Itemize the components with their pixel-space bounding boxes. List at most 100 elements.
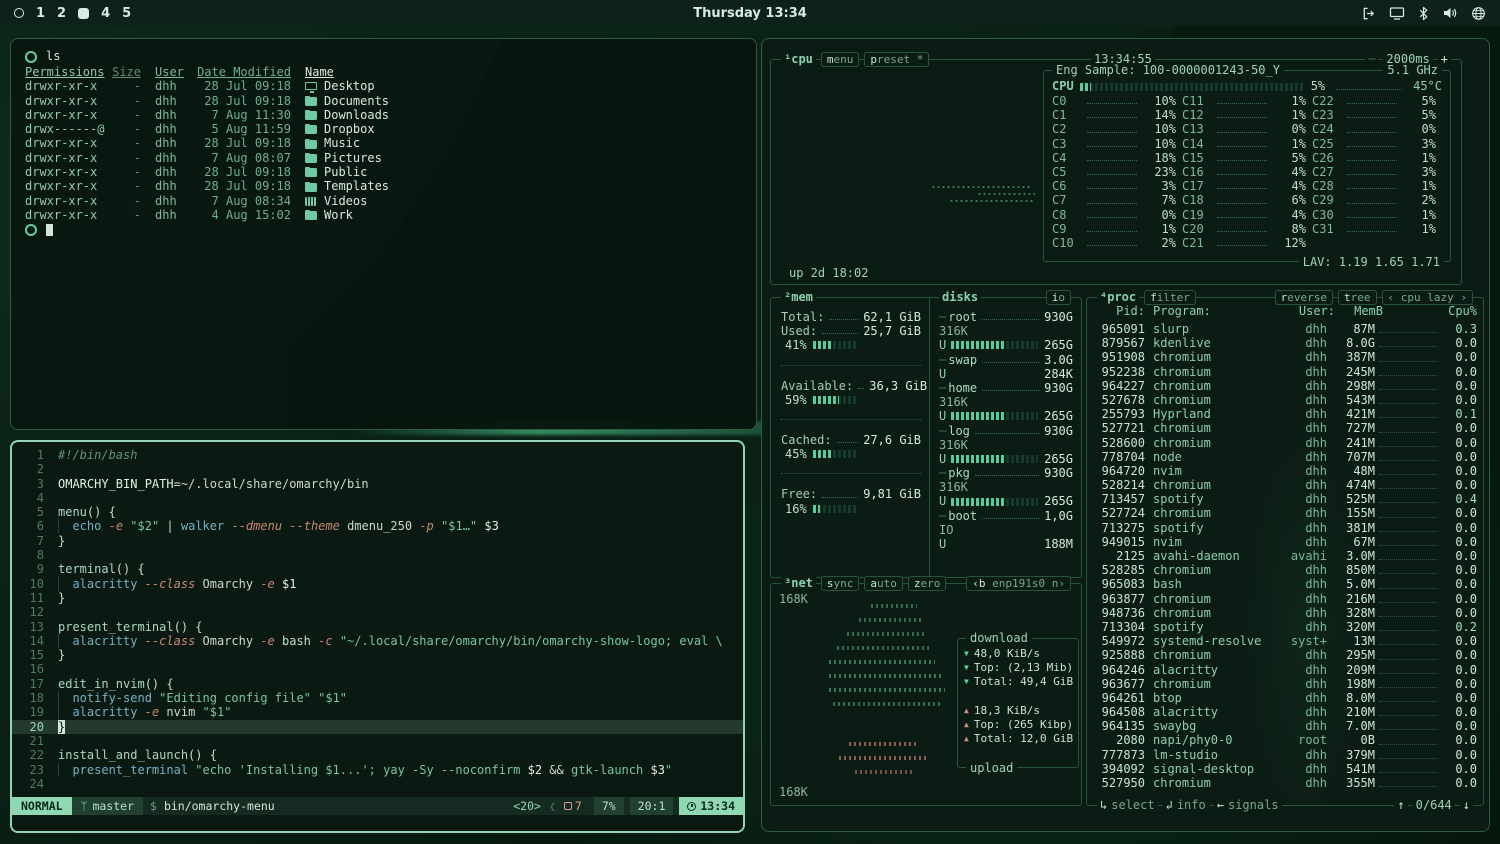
process-row[interactable]: 964261btopdhh8.0M0.0 bbox=[1093, 691, 1477, 705]
process-name: chromium bbox=[1153, 436, 1281, 450]
program-header[interactable]: Program: bbox=[1153, 304, 1289, 318]
file-row: drwxr-xr-x-dhh28 Jul 09:18Public bbox=[25, 165, 742, 179]
process-cpu: 0.0 bbox=[1441, 663, 1477, 677]
cpu-header[interactable]: Cpu% bbox=[1441, 304, 1477, 318]
process-user: dhh bbox=[1281, 776, 1327, 790]
workspace-indicator-active[interactable] bbox=[78, 8, 89, 19]
prompt-icon bbox=[25, 224, 37, 236]
poll-decrease[interactable]: ─ bbox=[1365, 52, 1378, 66]
process-row[interactable]: 963877chromiumdhh216M0.0 bbox=[1093, 592, 1477, 606]
network-globe-icon[interactable] bbox=[1471, 6, 1486, 21]
proc-footer-key[interactable]: ↳select bbox=[1097, 798, 1158, 812]
process-cpu: 0.0 bbox=[1441, 478, 1477, 492]
screenshare-icon[interactable] bbox=[1389, 6, 1405, 21]
net-sync-button[interactable]: sync bbox=[821, 576, 860, 591]
download-arrow-icon: ▼ bbox=[964, 675, 969, 689]
process-row[interactable]: 527678chromiumdhh543M0.0 bbox=[1093, 393, 1477, 407]
process-row[interactable]: 2125avahi-daemonavahi3.0M0.0 bbox=[1093, 549, 1477, 563]
filter-button[interactable]: filter bbox=[1144, 290, 1196, 305]
process-row[interactable]: 255793Hyprlanddhh421M0.1 bbox=[1093, 407, 1477, 421]
preset-button[interactable]: preset * bbox=[864, 52, 929, 67]
file-name: Videos bbox=[324, 194, 367, 208]
disk-entry: ─pkg930G bbox=[939, 466, 1073, 480]
disk-entry: ─boot1,0G bbox=[939, 509, 1073, 523]
process-row[interactable]: 528600chromiumdhh241M0.0 bbox=[1093, 436, 1477, 450]
workspace-1[interactable]: 1 bbox=[36, 6, 45, 21]
process-cpu: 0.0 bbox=[1441, 450, 1477, 464]
cpu-core-column: C111%C121%C130%C141%C155%C164%C174%C186%… bbox=[1182, 94, 1312, 255]
process-row[interactable]: 528214chromiumdhh474M0.0 bbox=[1093, 478, 1477, 492]
menu-button[interactable]: menu bbox=[821, 52, 860, 67]
process-row[interactable]: 964246alacrittydhh209M0.0 bbox=[1093, 663, 1477, 677]
terminal-ls-window[interactable]: ls PermissionsSizeUserDate ModifiedName … bbox=[10, 38, 757, 430]
cpu-core: C102% bbox=[1052, 236, 1176, 250]
net-zero-button[interactable]: zero bbox=[908, 576, 947, 591]
bluetooth-icon[interactable] bbox=[1418, 6, 1429, 21]
workspace-4[interactable]: 4 bbox=[101, 6, 110, 21]
process-row[interactable]: 527721chromiumdhh727M0.0 bbox=[1093, 421, 1477, 435]
indent-guide: ▏ bbox=[58, 763, 72, 777]
pid-header[interactable]: Pid: bbox=[1093, 304, 1145, 318]
workspace-5[interactable]: 5 bbox=[122, 6, 131, 21]
process-pid: 713304 bbox=[1093, 620, 1145, 634]
process-row[interactable]: 964227chromiumdhh298M0.0 bbox=[1093, 379, 1477, 393]
net-stats-rows: ▼48,0 KiB/s▼Top: (2,13 Mib)▼Total: 49,4 … bbox=[964, 647, 1073, 759]
proc-footer-key[interactable]: ←signals bbox=[1214, 798, 1282, 812]
net-auto-button[interactable]: auto bbox=[864, 576, 903, 591]
disk-meter bbox=[951, 455, 1038, 463]
process-row[interactable]: 964135swaybgdhh7.0M0.0 bbox=[1093, 719, 1477, 733]
volume-icon[interactable] bbox=[1442, 6, 1458, 20]
process-row[interactable]: 527724chromiumdhh155M0.0 bbox=[1093, 506, 1477, 520]
process-row[interactable]: 713304spotifydhh320M0.2 bbox=[1093, 620, 1477, 634]
prompt-row[interactable] bbox=[25, 222, 742, 237]
process-row[interactable]: 549972systemd-resolvesyst+13M0.0 bbox=[1093, 634, 1477, 648]
process-cpu-graph bbox=[1379, 567, 1437, 574]
process-row[interactable]: 965083bashdhh5.0M0.0 bbox=[1093, 577, 1477, 591]
net-interface-button[interactable]: ‹b enp191s0 n› bbox=[966, 576, 1071, 591]
process-row[interactable]: 394092signal-desktopdhh541M0.0 bbox=[1093, 762, 1477, 776]
desktop: 1 2 4 5 Thursday 13:34 ls PermissionsSiz… bbox=[0, 0, 1500, 844]
workspace-2[interactable]: 2 bbox=[57, 6, 66, 21]
line-number: 24 bbox=[12, 777, 44, 791]
process-row[interactable]: 964720nvimdhh48M0.0 bbox=[1093, 464, 1477, 478]
process-row[interactable]: 925888chromiumdhh295M0.0 bbox=[1093, 648, 1477, 662]
process-row[interactable]: 952238chromiumdhh245M0.0 bbox=[1093, 365, 1477, 379]
process-row[interactable]: 965091slurpdhh87M0.3 bbox=[1093, 322, 1477, 336]
proc-footer-key[interactable]: ↲info bbox=[1163, 798, 1209, 812]
user-header[interactable]: User: bbox=[1289, 304, 1335, 318]
process-row[interactable]: 951908chromiumdhh387M0.0 bbox=[1093, 350, 1477, 364]
process-row[interactable]: 713275spotifydhh381M0.0 bbox=[1093, 521, 1477, 535]
editor-area[interactable]: 1#!/bin/bash23OMARCHY_BIN_PATH=~/.local/… bbox=[12, 442, 743, 797]
process-row[interactable]: 713457spotifydhh525M0.4 bbox=[1093, 492, 1477, 506]
mem-header[interactable]: MemB bbox=[1335, 304, 1383, 318]
process-row[interactable]: 948736chromiumdhh328M0.0 bbox=[1093, 606, 1477, 620]
process-row[interactable]: 778704nodedhh707M0.0 bbox=[1093, 450, 1477, 464]
reverse-button[interactable]: reverse bbox=[1275, 290, 1333, 305]
workspace-indicator-circle[interactable] bbox=[14, 8, 24, 18]
terminal-cursor[interactable] bbox=[46, 224, 53, 236]
scroll-up-icon[interactable]: ↑ bbox=[1394, 798, 1407, 812]
mem-divider bbox=[781, 407, 921, 420]
process-user: dhh bbox=[1281, 592, 1327, 606]
code-line: 20} bbox=[12, 720, 743, 734]
process-row[interactable]: 949015nvimdhh67M0.0 bbox=[1093, 535, 1477, 549]
process-name: chromium bbox=[1153, 506, 1281, 520]
tree-button[interactable]: tree bbox=[1338, 290, 1377, 305]
logout-icon[interactable] bbox=[1361, 6, 1376, 21]
folder-icon bbox=[305, 140, 317, 149]
process-row[interactable]: 2080napi/phy0-0root0B0.0 bbox=[1093, 733, 1477, 747]
process-row[interactable]: 528285chromiumdhh850M0.0 bbox=[1093, 563, 1477, 577]
process-row[interactable]: 879567kdenlivedhh8.0G0.0 bbox=[1093, 336, 1477, 350]
core-label: C29 bbox=[1312, 193, 1342, 207]
cpu-core-column: C010%C114%C210%C310%C418%C523%C63%C77%C8… bbox=[1052, 94, 1182, 255]
process-name: chromium bbox=[1153, 393, 1281, 407]
process-row[interactable]: 964508alacrittydhh210M0.0 bbox=[1093, 705, 1477, 719]
sort-column-button[interactable]: ‹ cpu lazy › bbox=[1382, 290, 1473, 305]
scroll-down-icon[interactable]: ↓ bbox=[1460, 798, 1473, 812]
process-row[interactable]: 963677chromiumdhh198M0.0 bbox=[1093, 677, 1477, 691]
neovim-window[interactable]: 1#!/bin/bash23OMARCHY_BIN_PATH=~/.local/… bbox=[10, 440, 745, 833]
io-button[interactable]: io bbox=[1046, 290, 1071, 305]
process-row[interactable]: 527950chromiumdhh355M0.0 bbox=[1093, 776, 1477, 790]
process-row[interactable]: 777873lm-studiodhh379M0.0 bbox=[1093, 748, 1477, 762]
btop-window[interactable]: ¹cpu menu preset * 13:34:55 ─ 2000ms + u… bbox=[761, 38, 1490, 832]
